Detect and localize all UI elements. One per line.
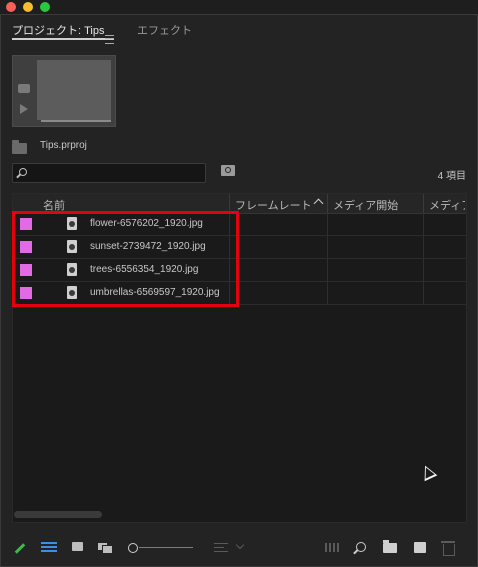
cell-divider xyxy=(423,213,424,235)
zoom-slider[interactable] xyxy=(139,547,193,548)
annotation-highlight-box xyxy=(12,211,239,307)
cell-divider xyxy=(423,282,424,304)
window-titlebar xyxy=(0,0,478,14)
cell-divider xyxy=(423,259,424,281)
column-header-framerate[interactable]: フレームレート xyxy=(235,197,312,213)
sort-asc-icon[interactable] xyxy=(313,198,324,209)
column-header-media-start[interactable]: メディア開始 xyxy=(333,197,398,213)
column-divider[interactable] xyxy=(423,194,424,213)
column-header-media[interactable]: メディア xyxy=(429,197,465,213)
panel-menu-icon[interactable] xyxy=(105,35,114,44)
list-view-icon[interactable] xyxy=(41,541,57,553)
horizontal-scrollbar[interactable] xyxy=(14,511,102,518)
tab-project-label: プロジェクト: Tips xyxy=(12,25,105,37)
new-item-icon[interactable] xyxy=(414,542,426,553)
zoom-slider-handle[interactable] xyxy=(128,543,138,553)
preview-frame xyxy=(37,60,111,120)
close-window-button[interactable] xyxy=(6,2,16,12)
item-count: 4 項目 xyxy=(437,171,466,182)
play-icon[interactable] xyxy=(20,104,28,114)
tab-effects-label: エフェクト xyxy=(137,25,192,37)
project-file-name: Tips.prproj xyxy=(40,140,87,151)
column-divider[interactable] xyxy=(327,194,328,213)
cell-divider xyxy=(327,213,328,235)
cell-divider xyxy=(327,282,328,304)
camera-icon[interactable] xyxy=(18,84,30,93)
search-icon xyxy=(19,168,27,176)
panel-footer-toolbar xyxy=(0,530,478,567)
cell-divider xyxy=(327,236,328,258)
tab-effects[interactable]: エフェクト xyxy=(137,22,192,38)
automate-icon[interactable] xyxy=(325,543,339,552)
panel-tabs: プロジェクト: Tips エフェクト xyxy=(0,14,478,44)
preview-scrub-bar[interactable] xyxy=(41,120,111,122)
icon-view-icon[interactable] xyxy=(72,542,83,551)
premiere-project-panel: プロジェクト: Tips エフェクト Tips.prproj 4 項目 名前 フ… xyxy=(0,0,478,567)
folder-icon xyxy=(12,140,27,154)
preview-thumbnail[interactable] xyxy=(12,55,116,127)
find-icon[interactable] xyxy=(356,542,366,552)
sort-menu-icon[interactable] xyxy=(214,543,228,555)
trash-icon[interactable] xyxy=(441,541,455,556)
cell-divider xyxy=(327,259,328,281)
bin-search-icon[interactable] xyxy=(221,165,235,176)
chevron-down-icon[interactable] xyxy=(235,540,245,550)
minimize-window-button[interactable] xyxy=(23,2,33,12)
tab-project[interactable]: プロジェクト: Tips xyxy=(12,22,114,40)
active-tab-underline xyxy=(12,38,114,40)
pencil-icon[interactable] xyxy=(14,543,26,554)
search-input[interactable] xyxy=(12,163,206,183)
cell-divider xyxy=(423,236,424,258)
maximize-window-button[interactable] xyxy=(40,2,50,12)
freeform-view-icon[interactable] xyxy=(97,542,113,554)
new-bin-icon[interactable] xyxy=(383,540,397,553)
